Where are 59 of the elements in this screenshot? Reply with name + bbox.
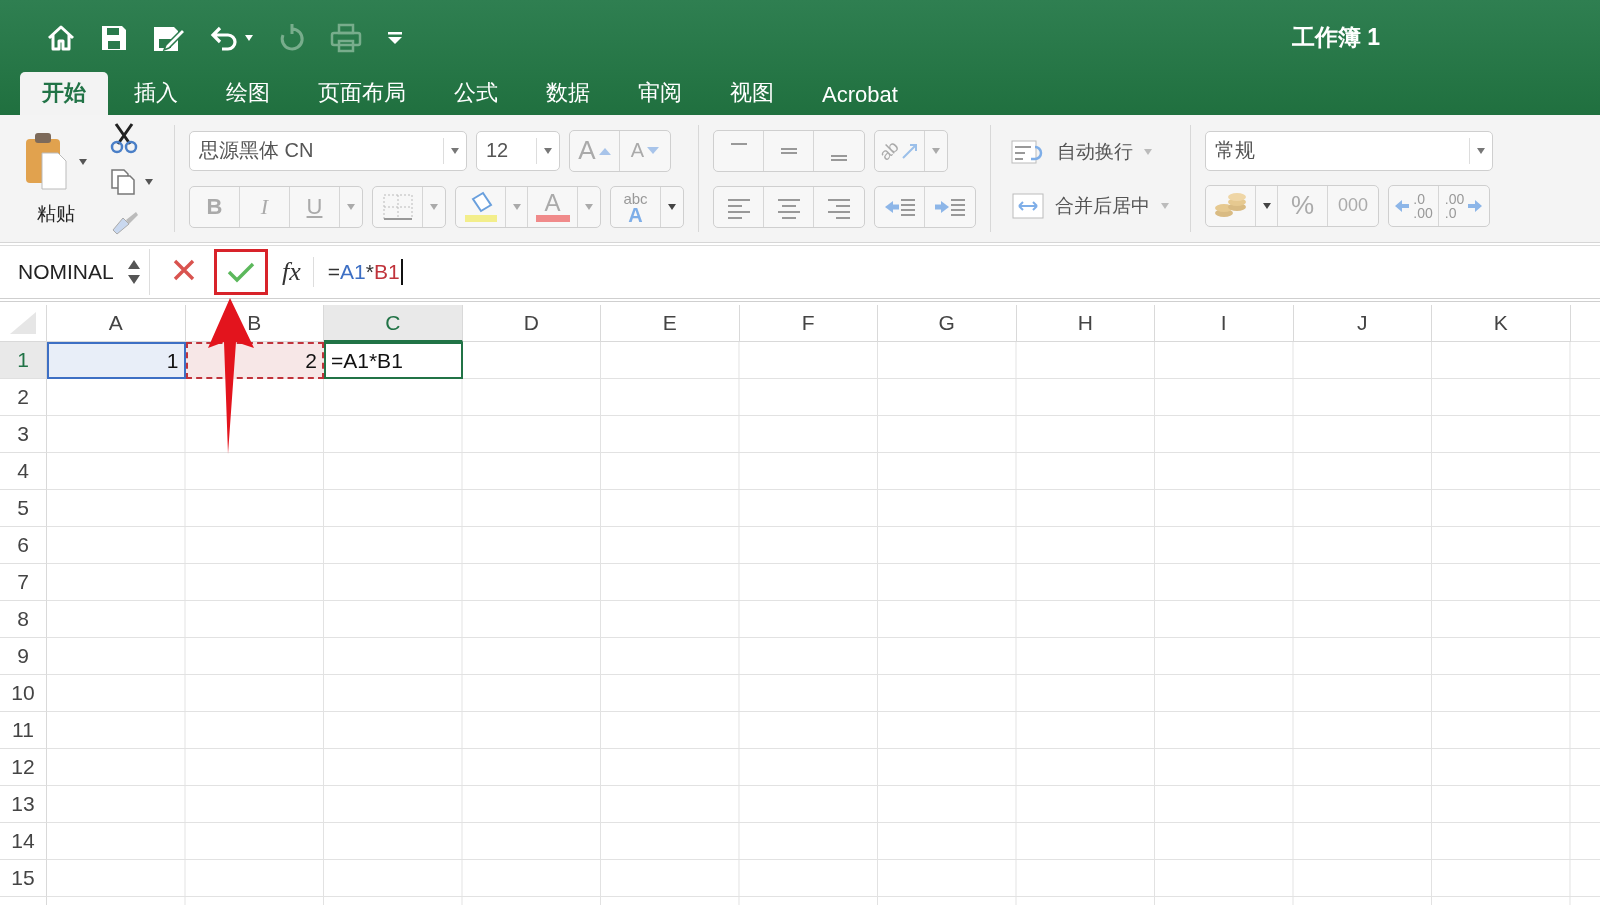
ribbon-tab[interactable]: 视图 [708, 72, 796, 115]
column-header[interactable]: A [47, 305, 186, 342]
confirm-button[interactable] [214, 249, 268, 295]
caret-icon[interactable] [450, 146, 460, 155]
save-icon[interactable] [100, 23, 128, 52]
caret-icon[interactable] [543, 146, 553, 155]
column-header[interactable]: K [1432, 305, 1571, 342]
cancel-icon[interactable] [172, 258, 196, 282]
font-size-field[interactable]: 12 [476, 130, 560, 171]
merge-center-button[interactable]: 合并后居中 [1011, 185, 1170, 226]
caret-icon[interactable] [244, 33, 254, 42]
left-arrow-icon [1394, 198, 1411, 213]
window-title: 工作簿 1 [1291, 23, 1380, 52]
text-cursor [400, 259, 403, 285]
wrap-text-button[interactable]: 自动换行 [1011, 131, 1170, 172]
column-header[interactable]: F [739, 305, 878, 342]
ribbon-tab[interactable]: Acrobat [800, 76, 920, 115]
up-triangle-icon [598, 146, 611, 155]
column-header[interactable]: C [324, 305, 463, 342]
caret-icon[interactable] [667, 202, 677, 211]
paint-bucket-icon [462, 190, 499, 223]
row-header[interactable]: 1 [0, 342, 47, 379]
customize-icon[interactable] [386, 29, 404, 46]
caret-icon[interactable] [144, 177, 154, 186]
caret-icon[interactable] [78, 157, 88, 166]
copy-icon[interactable] [110, 167, 136, 196]
name-box[interactable]: NOMINAL [0, 249, 150, 295]
merge-icon [1011, 191, 1045, 220]
ribbon-tab[interactable]: 公式 [432, 72, 520, 115]
ribbon-tab[interactable]: 审阅 [616, 72, 704, 115]
cell[interactable]: =A1*B1 [324, 342, 463, 379]
font-name-field[interactable]: 思源黑体 CN [189, 130, 467, 171]
caret-icon[interactable] [1476, 146, 1486, 155]
check-icon [227, 261, 255, 283]
column-header[interactable]: I [1155, 305, 1294, 342]
column-header[interactable]: D [462, 305, 601, 342]
diagonal-arrow-icon [901, 141, 920, 160]
paste-label: 粘贴 [37, 201, 75, 226]
column-header[interactable]: H [1016, 305, 1155, 342]
color-bar-icon [535, 215, 570, 222]
right-arrow-icon [1467, 198, 1484, 213]
number-format-field[interactable]: 常规 [1205, 130, 1493, 171]
select-all-corner[interactable] [0, 305, 47, 342]
column-header[interactable]: E [601, 305, 740, 342]
format-painter-icon[interactable] [110, 209, 140, 236]
caret-icon[interactable] [1261, 201, 1272, 210]
ribbon-tab[interactable]: 数据 [524, 72, 612, 115]
down-triangle-icon [647, 146, 660, 155]
function-button[interactable]: fx [282, 257, 314, 287]
ribbon-tab[interactable]: 开始 [20, 72, 108, 115]
ribbon-tab[interactable]: 页面布局 [296, 72, 428, 115]
ribbon-tab[interactable]: 插入 [112, 72, 200, 115]
cell[interactable]: 1 [47, 342, 186, 379]
scissors-icon[interactable] [110, 121, 138, 154]
formula-input[interactable]: =A1*B1 [327, 259, 403, 285]
column-header[interactable]: J [1293, 305, 1432, 342]
borders-icon [381, 192, 414, 221]
column-header[interactable]: G [878, 305, 1017, 342]
ribbon-tab[interactable]: 绘图 [204, 72, 292, 115]
